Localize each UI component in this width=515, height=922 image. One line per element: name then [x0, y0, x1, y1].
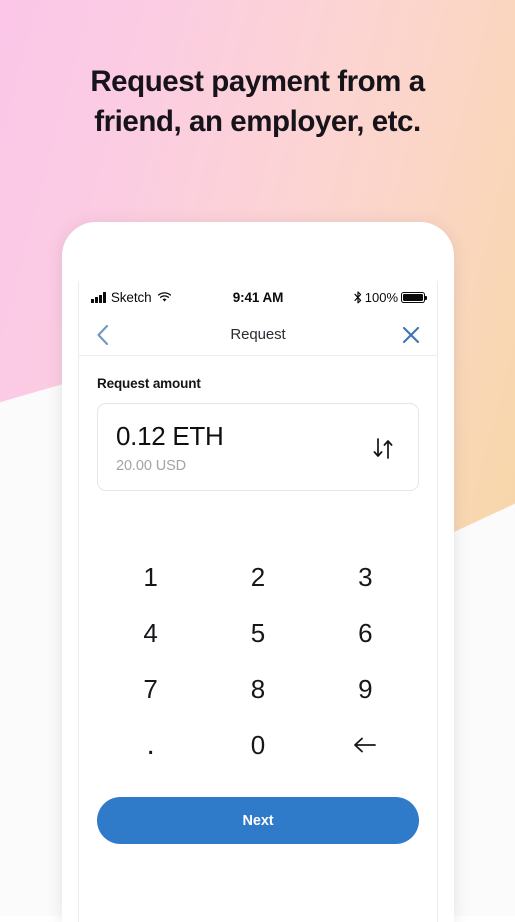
- battery-percent-label: 100%: [364, 290, 398, 305]
- status-bar-left: Sketch: [91, 290, 172, 305]
- key-backspace[interactable]: [312, 717, 419, 773]
- footer-actions: Next: [79, 773, 437, 844]
- key-1[interactable]: 1: [97, 549, 204, 605]
- key-9[interactable]: 9: [312, 661, 419, 717]
- status-bar: Sketch 9:41 AM 100%: [79, 281, 437, 314]
- phone-screen: Sketch 9:41 AM 100% Request Request amou…: [78, 281, 438, 922]
- chevron-left-icon[interactable]: [95, 323, 110, 347]
- key-0[interactable]: 0: [204, 717, 311, 773]
- backspace-arrow-icon: [354, 737, 377, 753]
- promo-headline: Request payment from a friend, an employ…: [0, 62, 515, 141]
- key-4[interactable]: 4: [97, 605, 204, 661]
- status-bar-right: 100%: [354, 290, 428, 305]
- nav-bar: Request: [79, 314, 437, 356]
- request-amount-label: Request amount: [97, 376, 201, 391]
- request-amount-section: Request amount 0.12 ETH 20.00 USD: [79, 356, 437, 491]
- bluetooth-icon: [354, 291, 362, 304]
- key-6[interactable]: 6: [312, 605, 419, 661]
- amount-values: 0.12 ETH 20.00 USD: [116, 421, 366, 474]
- key-3[interactable]: 3: [312, 549, 419, 605]
- phone-mockup: Sketch 9:41 AM 100% Request Request amou…: [62, 222, 454, 922]
- key-2[interactable]: 2: [204, 549, 311, 605]
- headline-line-1: Request payment from a: [90, 65, 425, 98]
- wifi-icon: [157, 292, 172, 303]
- battery-full-icon: [401, 291, 428, 304]
- signal-bars-icon: [91, 292, 106, 303]
- next-button[interactable]: Next: [97, 797, 419, 844]
- swap-vertical-arrows-icon[interactable]: [366, 432, 400, 465]
- amount-input-card[interactable]: 0.12 ETH 20.00 USD: [97, 403, 419, 491]
- headline-line-2: friend, an employer, etc.: [94, 104, 421, 138]
- close-x-icon[interactable]: [401, 325, 421, 345]
- amount-primary-value: 0.12 ETH: [116, 421, 224, 452]
- key-8[interactable]: 8: [204, 661, 311, 717]
- key-7[interactable]: 7: [97, 661, 204, 717]
- numeric-keypad: 1 2 3 4 5 6 7 8 9 . 0: [79, 549, 437, 773]
- key-decimal[interactable]: .: [97, 717, 204, 773]
- amount-secondary-value: 20.00 USD: [116, 457, 187, 474]
- page-title: Request: [230, 326, 286, 343]
- key-5[interactable]: 5: [204, 605, 311, 661]
- carrier-label: Sketch: [110, 290, 152, 305]
